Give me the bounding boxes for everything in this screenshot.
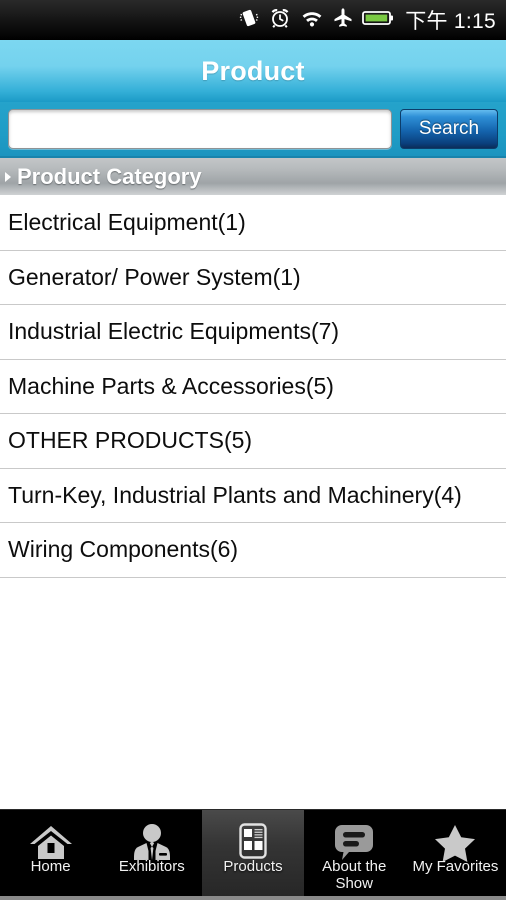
wifi-icon — [300, 7, 324, 34]
status-icons — [238, 7, 394, 34]
tab-exhibitors[interactable]: Exhibitors — [101, 810, 202, 900]
tab-about-the-show[interactable]: About the Show — [304, 810, 405, 900]
tab-home[interactable]: Home — [0, 810, 101, 900]
list-item[interactable]: Wiring Components(6) — [0, 523, 506, 579]
status-time: 下午 1:15 — [405, 10, 496, 33]
battery-icon — [362, 8, 394, 33]
list-item[interactable]: Electrical Equipment(1) — [0, 196, 506, 251]
vibrate-icon — [238, 7, 260, 34]
section-header-label: Product Category — [17, 163, 202, 189]
tab-label: About the Show — [322, 858, 387, 892]
alarm-clock-icon — [269, 7, 291, 34]
chevron-right-icon — [5, 171, 11, 182]
list-item[interactable]: OTHER PRODUCTS(5) — [0, 414, 506, 469]
bottom-tab-bar: Home Exhibitors Products About the Show … — [0, 809, 506, 900]
search-button[interactable]: Search — [400, 109, 498, 149]
tab-label: My Favorites — [412, 858, 499, 875]
list-item[interactable]: Industrial Electric Equipments(7) — [0, 305, 506, 360]
title-bar: Product — [0, 40, 506, 102]
list-item[interactable]: Machine Parts & Accessories(5) — [0, 359, 506, 415]
page-title: Product — [201, 55, 305, 86]
tab-label: Products — [223, 858, 283, 875]
status-bar: 下午 1:15 — [0, 0, 506, 40]
tab-label: Home — [30, 858, 71, 875]
tabbar-bottom-line — [0, 896, 506, 900]
tab-my-favorites[interactable]: My Favorites — [405, 810, 506, 900]
search-input[interactable] — [8, 109, 392, 149]
tab-label: Exhibitors — [118, 858, 185, 875]
tab-products[interactable]: Products — [202, 810, 304, 900]
search-bar: Search — [0, 102, 506, 158]
section-header-product-category: Product Category — [0, 158, 506, 196]
app-screen: 下午 1:15 Product Search Product Category … — [0, 0, 506, 900]
category-list[interactable]: Electrical Equipment(1) Generator/ Power… — [0, 196, 506, 809]
list-item[interactable]: Generator/ Power System(1) — [0, 250, 506, 306]
list-item[interactable]: Turn-Key, Industrial Plants and Machiner… — [0, 468, 506, 524]
airplane-mode-icon — [333, 7, 353, 34]
